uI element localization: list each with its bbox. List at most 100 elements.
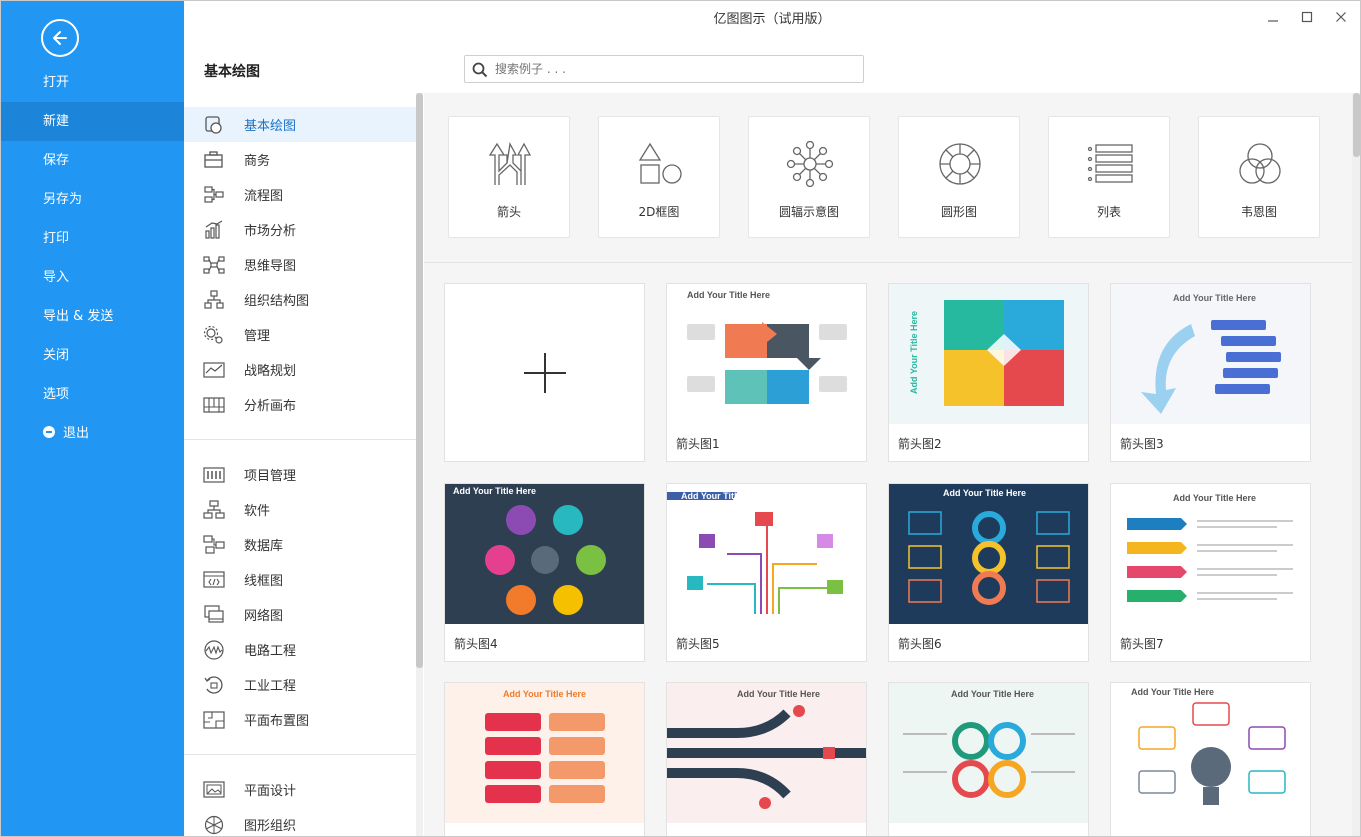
subcategory-list[interactable]: 列表 — [1048, 116, 1170, 238]
gallery-scrollbar[interactable] — [1352, 93, 1360, 836]
category-network[interactable]: 网络图 — [184, 597, 416, 632]
template-name: 箭头图6 — [898, 637, 942, 651]
menu-print[interactable]: 打印 — [1, 219, 184, 258]
category-label: 数据库 — [244, 539, 284, 554]
category-circuit[interactable]: 电路工程 — [184, 632, 416, 667]
template-card-arrow-1[interactable]: Add Your Title Here 箭头图1 — [666, 283, 867, 462]
minimize-button[interactable] — [1263, 7, 1283, 27]
menu-open[interactable]: 打开 — [1, 63, 184, 102]
category-wireframe[interactable]: 线框图 — [184, 562, 416, 597]
category-floorplan[interactable]: 平面布置图 — [184, 702, 416, 737]
template-card-arrow-9[interactable]: Add Your Title Here — [666, 682, 867, 836]
menu-new[interactable]: 新建 — [1, 102, 184, 141]
template-card-arrow-7[interactable]: Add Your Title Here 箭头图7 — [1110, 483, 1311, 662]
template-card-arrow-2[interactable]: Add Your Title Here 箭头图2 — [888, 283, 1089, 462]
subcategory-label: 韦恩图 — [1240, 205, 1277, 219]
thumbnail-title: Add Your Title Here — [453, 486, 536, 496]
menu-close[interactable]: 关闭 — [1, 336, 184, 375]
category-label: 项目管理 — [244, 469, 297, 484]
template-blank[interactable] — [444, 283, 645, 462]
template-name: 箭头图7 — [1120, 637, 1164, 651]
template-card-arrow-8[interactable]: Add Your Title Here — [444, 682, 645, 836]
maximize-button[interactable] — [1297, 7, 1317, 27]
category-label: 图形组织 — [244, 819, 297, 834]
software-icon — [203, 499, 225, 519]
subcategory-label: 列表 — [1096, 205, 1121, 219]
category-basic-drawing[interactable]: 基本绘图 — [184, 107, 416, 142]
category-label: 线框图 — [244, 574, 284, 589]
category-flowchart[interactable]: 流程图 — [184, 177, 416, 212]
template-name: 箭头图3 — [1120, 437, 1164, 451]
thumbnail-title: Add Your Title Here — [951, 689, 1034, 699]
template-card-arrow-4[interactable]: Add Your Title Here 箭头图4 — [444, 483, 645, 662]
subcategory-arrows[interactable]: 箭头 — [448, 116, 570, 238]
template-thumbnail: Add Your Title Here — [1111, 484, 1310, 624]
close-button[interactable] — [1331, 7, 1351, 27]
subcategory-label: 2D框图 — [638, 205, 680, 219]
template-thumbnail: Add Your Title Here — [445, 683, 644, 823]
template-name: 箭头图1 — [676, 437, 720, 451]
gallery-divider — [424, 262, 1352, 263]
category-label: 管理 — [244, 329, 271, 344]
category-label: 平面布置图 — [244, 714, 310, 729]
menu-save-as[interactable]: 另存为 — [1, 180, 184, 219]
category-heading: 基本绘图 — [204, 64, 260, 80]
wireframe-icon — [203, 570, 225, 588]
category-business[interactable]: 商务 — [184, 142, 416, 177]
search-icon — [472, 62, 488, 78]
menu-options[interactable]: 选项 — [1, 375, 184, 414]
category-label: 思维导图 — [244, 259, 297, 274]
menu-save[interactable]: 保存 — [1, 141, 184, 180]
menu-export-send[interactable]: 导出 & 发送 — [1, 297, 184, 336]
arrows-icon — [488, 142, 532, 185]
thumbnail-title: Add Your Title Here — [1131, 687, 1214, 697]
template-card-arrow-10[interactable]: Add Your Title Here — [888, 682, 1089, 836]
category-market-analysis[interactable]: 市场分析 — [184, 212, 416, 247]
category-graphic-design[interactable]: 平面设计 — [184, 772, 416, 807]
subcategory-2d-diagram[interactable]: 2D框图 — [598, 116, 720, 238]
subcategory-radial[interactable]: 圆辐示意图 — [748, 116, 870, 238]
app-window: 打开 新建 保存 另存为 打印 导入 导出 & 发送 关闭 选项 退出 亿图图示… — [0, 0, 1361, 837]
template-card-arrow-5[interactable]: Add Your Title Here 箭头图5 — [666, 483, 867, 662]
category-strategy[interactable]: 战略规划 — [184, 352, 416, 387]
category-software[interactable]: 软件 — [184, 492, 416, 527]
category-management[interactable]: 管理 — [184, 317, 416, 352]
template-thumbnail: Add Your Title Here — [889, 683, 1088, 823]
template-thumbnail: Add Your Title Here — [667, 484, 866, 624]
category-label: 分析画布 — [244, 399, 297, 414]
circle-diagram-icon — [939, 143, 981, 185]
category-label: 网络图 — [244, 609, 284, 624]
org-chart-icon — [204, 289, 224, 309]
backstage-panel: 打开 新建 保存 另存为 打印 导入 导出 & 发送 关闭 选项 退出 — [1, 1, 184, 836]
category-mindmap[interactable]: 思维导图 — [184, 247, 416, 282]
category-industrial[interactable]: 工业工程 — [184, 667, 416, 702]
template-card-arrow-11[interactable]: Add Your Title Here — [1110, 682, 1311, 836]
subcategory-row: 箭头 2D框图 圆辐示意图 圆形图 列表 韦恩图 — [448, 116, 1328, 238]
template-thumbnail: Add Your Title Here — [1111, 284, 1310, 424]
subcategory-circle-diagram[interactable]: 圆形图 — [898, 116, 1020, 238]
back-button[interactable] — [41, 19, 79, 57]
category-analysis-canvas[interactable]: 分析画布 — [184, 387, 416, 422]
window-title: 亿图图示（试用版） — [713, 12, 831, 27]
menu-import[interactable]: 导入 — [1, 258, 184, 297]
template-card-arrow-3[interactable]: Add Your Title Here 箭头图3 — [1110, 283, 1311, 462]
venn-icon — [1239, 143, 1281, 184]
graphic-org-icon — [204, 815, 224, 834]
menu-exit[interactable]: 退出 — [1, 414, 184, 453]
category-database[interactable]: 数据库 — [184, 527, 416, 562]
search-box[interactable] — [464, 55, 864, 83]
minimize-icon — [1268, 20, 1278, 22]
backstage-menu: 打开 新建 保存 另存为 打印 导入 导出 & 发送 关闭 选项 退出 — [1, 63, 184, 453]
circuit-icon — [204, 639, 224, 660]
template-card-arrow-6[interactable]: Add Your Title Here 箭头图6 — [888, 483, 1089, 662]
category-org-chart[interactable]: 组织结构图 — [184, 282, 416, 317]
scrollbar-thumb[interactable] — [416, 93, 423, 668]
category-scrollbar[interactable] — [416, 93, 423, 836]
scrollbar-thumb[interactable] — [1353, 93, 1360, 157]
category-project-management[interactable]: 项目管理 — [184, 457, 416, 492]
search-input[interactable] — [495, 59, 855, 79]
category-label: 工业工程 — [244, 679, 297, 694]
category-graphic-organizer[interactable]: 图形组织 — [184, 807, 416, 836]
briefcase-icon — [204, 150, 223, 168]
subcategory-venn[interactable]: 韦恩图 — [1198, 116, 1320, 238]
